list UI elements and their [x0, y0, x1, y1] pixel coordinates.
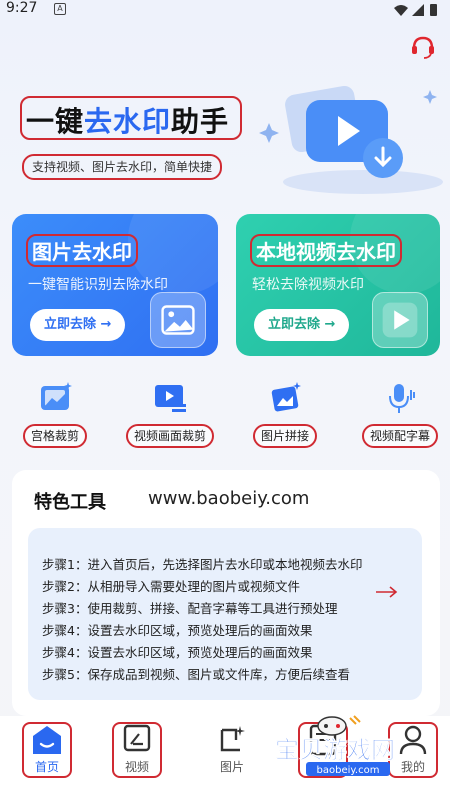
tool-video-crop[interactable]: 视频画面裁剪 — [115, 380, 225, 450]
hero-subtitle: 支持视频、图片去水印，简单快捷 — [22, 154, 223, 180]
video-crop-icon — [155, 385, 186, 412]
image-watermark-title: 图片去水印 — [26, 234, 138, 267]
tab-label: 图片 — [219, 760, 244, 774]
microphone-icon — [389, 384, 415, 413]
tool-label: 宫格裁剪 — [22, 424, 88, 448]
step-item: 步骤5：保存成品到视频、图片或文件库，方便后续查看 — [42, 667, 350, 682]
play-icon — [372, 292, 428, 348]
tool-label: 视频配字幕 — [361, 424, 439, 448]
image-icon — [150, 292, 206, 348]
steps-box: 步骤1：进入首页后，先选择图片去水印或本地视频去水印 步骤2：从相册导入需要处理… — [28, 528, 422, 700]
tab-image[interactable]: 图片 — [202, 720, 262, 780]
hero-title-part2: 去水印 — [84, 105, 172, 138]
video-watermark-desc: 轻松去除视频水印 — [252, 277, 364, 293]
video-watermark-title: 本地视频去水印 — [250, 234, 402, 267]
status-bar: 9:27 A — [0, 0, 450, 20]
hero-title-part3: 助手 — [171, 105, 230, 138]
status-time: 9:27 — [6, 0, 38, 16]
feature-title: 特色工具 — [34, 492, 106, 513]
image-remove-button[interactable]: 立即去除 → — [30, 309, 126, 341]
step-item: 步骤1：进入首页后，先选择图片去水印或本地视频去水印 — [42, 557, 363, 572]
feature-panel: 特色工具 www.baobeiy.com 步骤1：进入首页后，先选择图片去水印或… — [12, 470, 440, 716]
tool-label: 图片拼接 — [252, 424, 318, 448]
feature-site: www.baobeiy.com — [148, 488, 310, 509]
image-watermark-desc: 一键智能识别去除水印 — [28, 277, 168, 293]
gamepad-icon — [317, 715, 361, 736]
step-item: 步骤4：设置去水印区域，预览处理后的画面效果 — [42, 623, 313, 638]
hero-illustration — [259, 85, 443, 194]
customer-service-icon[interactable] — [410, 34, 436, 60]
tool-video-subtitle[interactable]: 视频配字幕 — [345, 380, 450, 450]
arrow-right-icon — [376, 586, 398, 598]
tab-video[interactable]: 视频 — [112, 720, 172, 780]
step-item: 步骤4：设置去水印区域，预览处理后的画面效果 — [42, 645, 313, 660]
video-watermark-card[interactable]: 本地视频去水印 轻松去除视频水印 立即去除 → — [236, 214, 440, 356]
tool-label: 视频画面裁剪 — [125, 424, 215, 448]
tab-label: 视频 — [124, 760, 149, 774]
tool-image-stitch[interactable]: 图片拼接 — [230, 380, 340, 450]
watermark-url: baobeiy.com — [317, 765, 380, 776]
step-item: 步骤2：从相册导入需要处理的图片或视频文件 — [42, 579, 300, 594]
tool-grid-crop[interactable]: 宫格裁剪 — [0, 380, 110, 450]
home-icon — [33, 726, 61, 754]
video-icon — [123, 724, 151, 752]
tab-home[interactable]: 首页 — [22, 720, 82, 780]
notification-a-icon: A — [54, 3, 66, 15]
image-watermark-card[interactable]: 图片去水印 一键智能识别去除水印 立即去除 → — [12, 214, 218, 356]
step-item: 步骤3：使用裁剪、拼接、配音字幕等工具进行预处理 — [42, 601, 338, 616]
image-icon — [220, 726, 245, 752]
grid-crop-icon — [41, 382, 72, 410]
image-stitch-icon — [271, 382, 301, 412]
watermark-name: 宝贝游戏网 — [275, 736, 395, 764]
wifi-signal-battery-icon — [394, 4, 437, 16]
tab-label: 首页 — [34, 760, 59, 774]
hero-title: 一键去水印助手 — [26, 100, 229, 140]
site-watermark: 宝贝游戏网 baobeiy.com — [275, 715, 395, 776]
video-remove-button[interactable]: 立即去除 → — [254, 309, 350, 341]
hero-title-part1: 一键 — [26, 105, 85, 138]
